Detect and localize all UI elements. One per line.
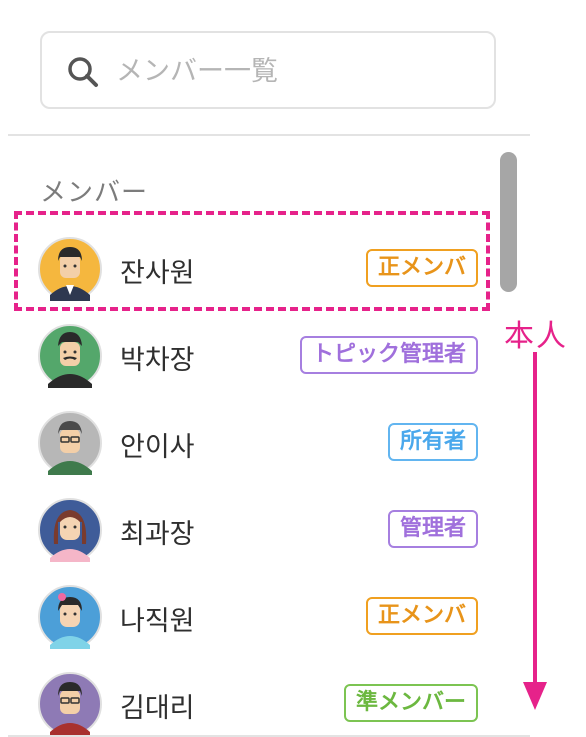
section-header-members: メンバー	[40, 178, 149, 208]
role-badge: 準メンバー	[343, 684, 478, 722]
role-badge: 所有者	[387, 423, 478, 461]
avatar	[38, 411, 102, 475]
search-icon	[68, 57, 98, 87]
member-search-box[interactable]	[40, 31, 496, 109]
member-search-input[interactable]	[116, 49, 476, 93]
member-name: 김대리	[120, 693, 195, 724]
avatar	[38, 324, 102, 388]
scrollbar-thumb[interactable]	[500, 152, 517, 292]
member-row[interactable]: 나직원 正メンバ	[36, 580, 482, 652]
avatar	[38, 672, 102, 735]
member-name: 안이사	[120, 432, 195, 463]
member-row[interactable]: 박차장 トピック管理者	[36, 319, 482, 391]
role-badge: トピック管理者	[299, 336, 478, 374]
arrow-down-icon	[523, 352, 547, 710]
member-row[interactable]: 최과장 管理者	[36, 493, 482, 565]
member-name: 박차장	[120, 345, 195, 376]
role-badge: 管理者	[387, 510, 478, 548]
avatar	[38, 585, 102, 649]
self-annotation-label: 本人	[504, 319, 568, 354]
role-badge: 正メンバ	[365, 597, 478, 635]
avatar	[38, 498, 102, 562]
self-highlight-box	[14, 211, 490, 311]
member-name: 나직원	[120, 606, 195, 637]
member-row[interactable]: 안이사 所有者	[36, 406, 482, 478]
member-row[interactable]: 김대리 準メンバー	[36, 667, 482, 735]
member-name: 최과장	[120, 519, 195, 550]
